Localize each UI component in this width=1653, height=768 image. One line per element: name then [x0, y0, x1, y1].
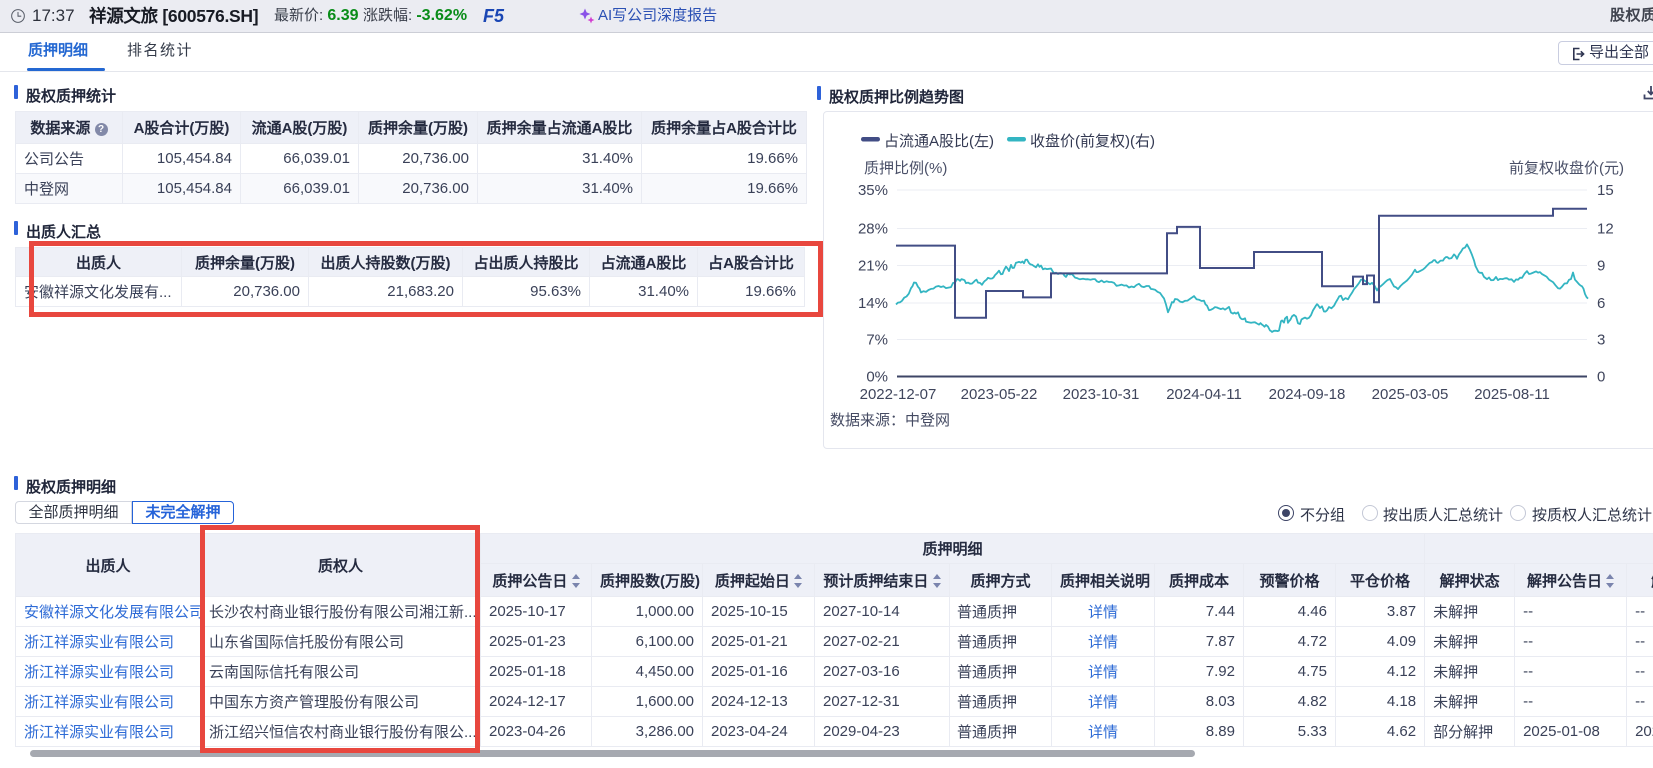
svg-text:21%: 21% [858, 258, 888, 275]
svg-text:7%: 7% [866, 332, 888, 349]
svg-text:3: 3 [1597, 332, 1605, 349]
svg-text:占流通A股比(左): 占流通A股比(左) [884, 133, 994, 150]
svg-text:14%: 14% [858, 295, 888, 312]
svg-text:2023-10-31: 2023-10-31 [1063, 386, 1140, 403]
svg-text:数据来源：中登网: 数据来源：中登网 [830, 412, 950, 429]
svg-text:2025-08-11: 2025-08-11 [1474, 386, 1550, 403]
svg-text:前复权收盘价(元): 前复权收盘价(元) [1509, 159, 1624, 177]
svg-text:12: 12 [1597, 221, 1614, 238]
svg-text:35%: 35% [858, 182, 888, 199]
svg-text:收盘价(前复权)(右): 收盘价(前复权)(右) [1030, 132, 1155, 150]
svg-text:0%: 0% [866, 369, 888, 386]
svg-text:2023-05-22: 2023-05-22 [961, 386, 1038, 403]
svg-text:2024-04-11: 2024-04-11 [1166, 386, 1242, 403]
svg-text:2022-12-07: 2022-12-07 [860, 386, 937, 403]
svg-text:2024-09-18: 2024-09-18 [1269, 386, 1346, 403]
svg-text:2025-03-05: 2025-03-05 [1372, 386, 1449, 403]
svg-text:质押比例(%): 质押比例(%) [864, 160, 947, 177]
svg-text:28%: 28% [858, 221, 888, 238]
svg-text:0: 0 [1597, 369, 1605, 386]
svg-text:6: 6 [1597, 295, 1605, 312]
svg-text:9: 9 [1597, 258, 1605, 275]
svg-text:15: 15 [1597, 182, 1614, 199]
